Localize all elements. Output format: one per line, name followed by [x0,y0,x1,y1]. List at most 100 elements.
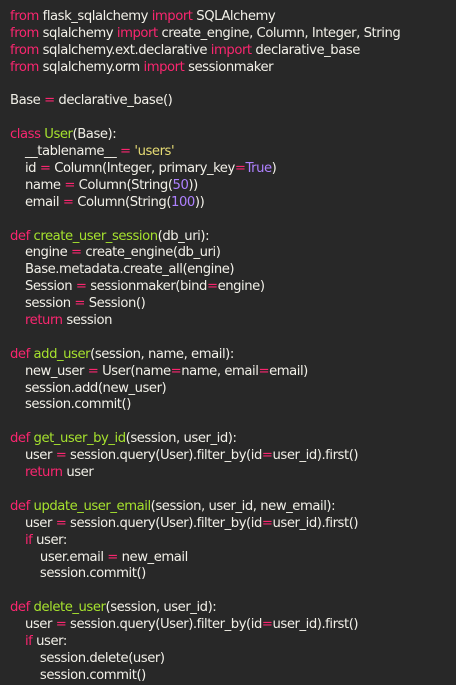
code-text: email) [269,363,308,379]
code-text: user [10,448,56,464]
code-text: id [10,161,40,177]
function-name-token: create_user_session [33,228,159,244]
code-text: ) [271,161,277,177]
code-text: declarative_base [251,42,360,58]
code-text: __tablename__ [10,144,121,160]
code-line: from flask_sqlalchemy import SQLAlchemy [10,9,456,26]
code-text: email [10,194,63,210]
code-text: user [10,515,56,531]
code-line: session.commit() [10,566,456,583]
code-line: session.commit() [10,668,456,685]
code-text: name [10,177,65,193]
code-text: new_user [10,363,88,379]
code-line: from sqlalchemy.orm import sessionmaker [10,60,456,77]
code-text: user_id).first() [272,617,359,633]
code-text: )) [188,177,198,193]
code-line: if user: [10,533,456,550]
code-line: def add_user(session, name, email): [10,347,456,364]
code-line: user = session.query(User).filter_by(id=… [10,448,456,465]
code-text: session.delete(user) [10,650,165,666]
code-text: Column(String( [74,177,173,193]
code-text: user: [32,532,67,548]
code-text: flask_sqlalchemy [38,9,152,24]
keyword-token: = [261,617,273,633]
code-text: engine [10,245,71,261]
keyword-token: = [55,617,67,633]
keyword-token: = [107,549,118,565]
keyword-token: = [120,144,131,160]
function-name-token: delete_user [33,600,106,616]
code-text: user.email [10,549,108,565]
keyword-token: def [10,431,30,447]
code-line: from sqlalchemy.ext.declarative import d… [10,43,456,60]
code-text: user: [32,633,67,649]
keyword-token: = [206,279,218,295]
keyword-token: import [116,25,158,41]
code-text: User(name [98,363,171,379]
code-line: user = session.query(User).filter_by(id=… [10,516,456,533]
code-text: sqlalchemy [38,25,117,41]
code-line: Base = declarative_base() [10,93,456,110]
code-text: session.query(User).filter_by(id [66,617,262,633]
code-line: session.add(new_user) [10,381,456,398]
keyword-token: from [10,25,39,41]
keyword-token: return [24,313,63,329]
keyword-token: def [10,228,30,244]
code-line: user.email = new_email [10,550,456,567]
keyword-token: = [261,515,273,531]
string-token: 'users' [134,144,175,160]
code-text: new_email [117,549,189,565]
code-line: Base.metadata.create_all(engine) [10,262,456,279]
code-text: user_id).first() [272,515,359,531]
code-line: if user: [10,634,456,651]
code-line: class User(Base): [10,127,456,144]
keyword-token: from [10,59,39,75]
code-line: email = Column(String(100)) [10,195,456,212]
function-name-token: update_user_email [33,498,152,514]
code-line: def get_user_by_id(session, user_id): [10,431,456,448]
keyword-token: = [39,161,51,177]
code-line: engine = create_engine(db_uri) [10,245,456,262]
code-text: Base [10,93,45,109]
keyword-token: = [170,363,182,379]
code-text: )) [194,194,205,210]
code-line: session = Session() [10,296,456,313]
code-text: (db_uri): [157,228,210,244]
code-text: (session, user_id, new_email): [150,498,336,514]
function-name-token: add_user [33,346,91,362]
code-text: SQLAlchemy [192,9,276,24]
number-token: 100 [171,194,195,210]
code-line: session.commit() [10,397,456,414]
code-text: Session() [85,296,146,312]
code-text: session [10,296,75,312]
keyword-token: = [64,177,75,193]
code-text: name, email [181,363,259,379]
code-editor[interactable]: from flask_sqlalchemy import SQLAlchemy f… [0,0,456,683]
code-text: sqlalchemy.orm [38,59,144,75]
code-text: create_engine, Column, Integer, String [157,25,401,41]
code-line: def create_user_session(db_uri): [10,229,456,246]
code-text: Column(Integer, primary_key [50,161,235,177]
code-text: (session, user_id): [125,431,237,447]
code-text: Column(String( [73,194,172,210]
code-text: user [62,465,94,481]
code-line: def delete_user(session, user_id): [10,600,456,617]
code-line: from sqlalchemy import create_engine, Co… [10,26,456,43]
code-text: session.query(User).filter_by(id [66,448,262,464]
keyword-token: def [10,346,30,362]
code-text: sessionmaker(bind [86,279,207,295]
code-text: user_id).first() [272,448,359,464]
number-token: True [245,161,272,177]
keyword-token: = [75,279,87,295]
code-text: create_engine(db_uri) [81,245,221,261]
code-line: user = session.query(User).filter_by(id=… [10,617,456,634]
keyword-token: = [44,93,55,109]
